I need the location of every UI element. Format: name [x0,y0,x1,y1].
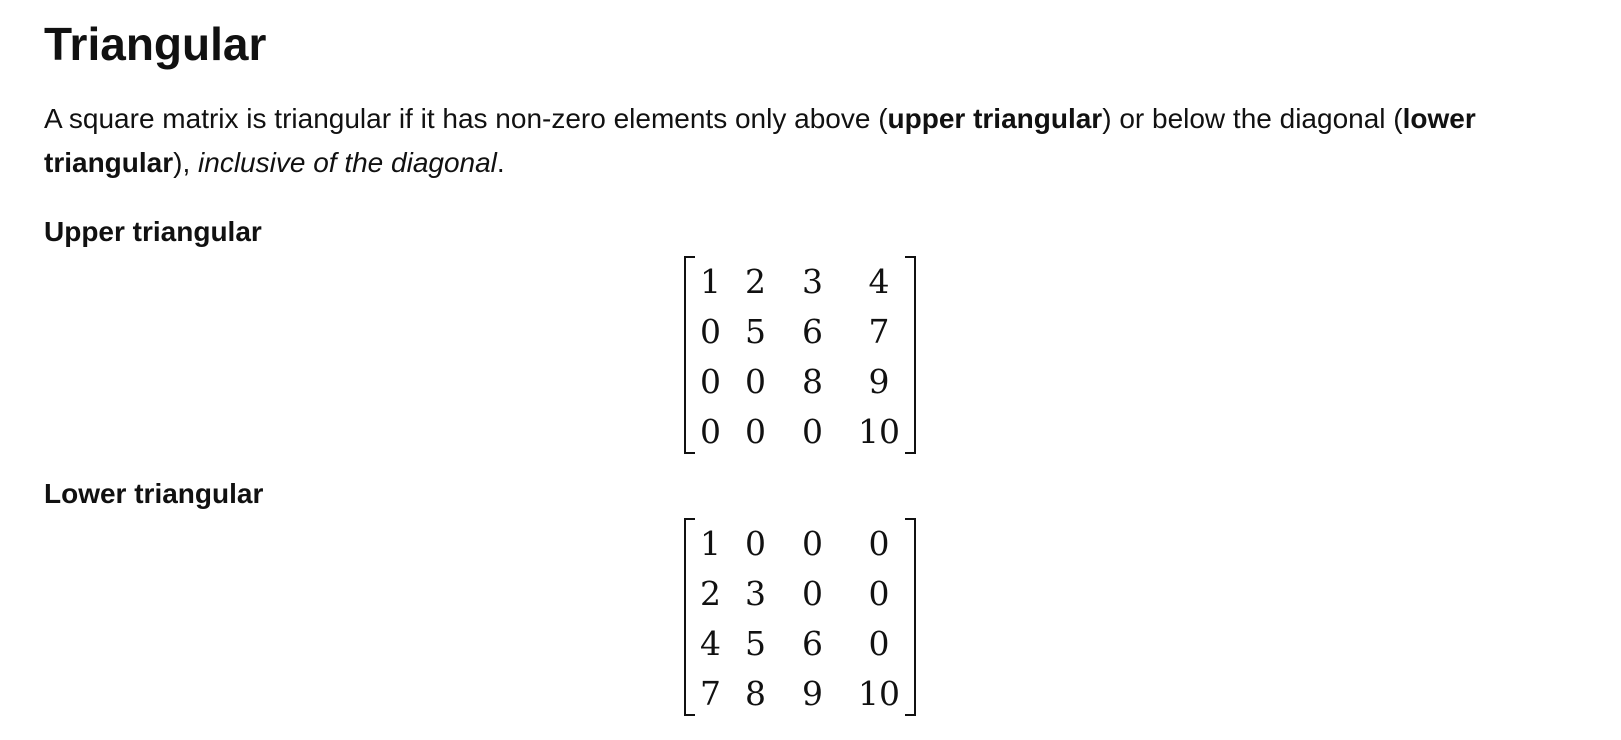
right-bracket [905,518,916,716]
matrix-cell: 2 [745,261,766,301]
matrix-cell: 5 [745,311,766,351]
matrix-cell: 6 [802,311,823,351]
intro-text-part-2: ) or below the diagonal ( [1102,103,1403,134]
matrix-cell: 6 [802,623,823,663]
matrix-cell: 3 [745,573,766,613]
upper-triangular-term: upper triangular [887,103,1103,134]
matrix-cell: 8 [745,673,766,713]
matrix-cell: 4 [700,623,721,663]
matrix-cell: 0 [745,361,766,401]
lower-triangular-matrix: 1 0 0 0 2 3 0 0 4 5 6 0 7 8 9 10 [684,518,916,716]
matrix-cell: 0 [802,411,823,451]
matrix-cell: 0 [700,411,721,451]
matrix-cell: 0 [802,523,823,563]
lower-triangular-heading: Lower triangular [44,478,264,509]
intro-text-part-1: A square matrix is triangular if it has … [44,103,888,134]
document-page: Triangular A square matrix is triangular… [0,0,1621,740]
intro-text-part-4: . [496,147,505,178]
matrix-cell: 1 [700,523,721,563]
matrix-cell: 0 [700,361,721,401]
matrix-grid: 1 0 0 0 2 3 0 0 4 5 6 0 7 8 9 10 [698,518,917,718]
left-bracket [684,518,695,716]
matrix-cell: 0 [745,523,766,563]
page-title: Triangular [44,18,267,70]
matrix-cell: 7 [700,673,721,713]
matrix-cell: 0 [802,573,823,613]
matrix-cell: 5 [745,623,766,663]
matrix-grid: 1 2 3 4 0 5 6 7 0 0 8 9 0 0 0 10 [698,256,917,456]
left-bracket [684,256,695,454]
intro-text-part-3: ), [173,147,199,178]
matrix-cell: 8 [802,361,823,401]
right-bracket [905,256,916,454]
intro-paragraph: A square matrix is triangular if it has … [44,97,1564,185]
upper-triangular-matrix: 1 2 3 4 0 5 6 7 0 0 8 9 0 0 0 10 [684,256,916,454]
matrix-cell: 9 [802,673,823,713]
matrix-cell: 3 [802,261,823,301]
matrix-cell: 0 [700,311,721,351]
matrix-cell: 1 [700,261,721,301]
diagonal-emphasis: inclusive of the diagonal [198,147,497,178]
matrix-cell: 2 [700,573,721,613]
upper-triangular-heading: Upper triangular [44,216,262,247]
matrix-cell: 0 [745,411,766,451]
